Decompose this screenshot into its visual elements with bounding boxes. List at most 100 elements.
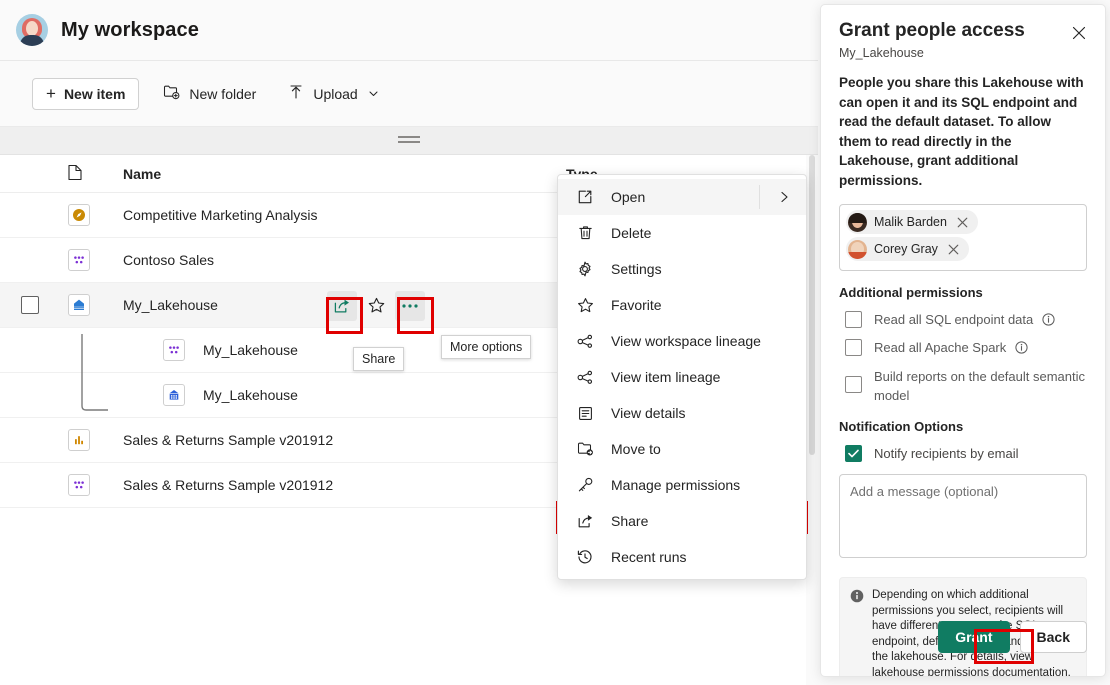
name-column-header[interactable]: Name — [115, 166, 566, 182]
notify-row[interactable]: Notify recipients by email — [839, 445, 1087, 462]
avatar — [16, 14, 48, 46]
menu-item-label: View workspace lineage — [611, 333, 761, 349]
menu-item-label: Move to — [611, 441, 661, 457]
trash-icon — [574, 225, 596, 241]
share-icon — [574, 513, 596, 529]
key-icon — [574, 477, 596, 493]
semantic-model-icon — [163, 339, 185, 361]
row-checkbox[interactable] — [21, 296, 39, 314]
row-icon-cell — [60, 429, 115, 451]
chevron-right-icon[interactable] — [779, 191, 790, 204]
person-name: Corey Gray — [874, 242, 938, 256]
row-name[interactable]: Sales & Returns Sample v201912 — [115, 432, 566, 448]
drag-handle[interactable] — [398, 136, 420, 145]
menu-item-manage-permissions[interactable]: Manage permissions — [558, 467, 806, 503]
menu-item-move-to[interactable]: Move to — [558, 431, 806, 467]
more-options-button[interactable] — [395, 291, 425, 321]
type-icon-header — [60, 164, 115, 184]
row-name[interactable]: My_Lakehouse — [203, 342, 298, 358]
open-external-icon — [574, 189, 596, 205]
checkbox-read-apache-spark[interactable] — [845, 339, 862, 356]
notify-label: Notify recipients by email — [874, 445, 1019, 462]
close-icon[interactable] — [947, 242, 961, 256]
menu-item-settings[interactable]: Settings — [558, 251, 806, 287]
new-item-button[interactable]: + New item — [32, 78, 139, 110]
panel-subtitle: My_Lakehouse — [839, 46, 1087, 60]
sql-endpoint-icon — [163, 384, 185, 406]
permission-label: Read all SQL endpoint data — [874, 311, 1055, 328]
info-icon — [850, 589, 864, 677]
menu-item-view-details[interactable]: View details — [558, 395, 806, 431]
new-folder-icon — [163, 84, 189, 103]
workspace-header: My workspace — [0, 0, 818, 61]
row-name[interactable]: Sales & Returns Sample v201912 — [115, 477, 566, 493]
chevron-down-icon[interactable] — [368, 88, 388, 99]
person-chip[interactable]: Malik Barden — [846, 210, 978, 234]
grant-button[interactable]: Grant — [938, 621, 1009, 653]
new-folder-label: New folder — [189, 86, 256, 102]
pane-resize-band — [0, 127, 818, 155]
row-name[interactable]: Competitive Marketing Analysis — [115, 207, 566, 223]
back-button[interactable]: Back — [1020, 621, 1087, 653]
permission-row-sql-endpoint[interactable]: Read all SQL endpoint data — [839, 311, 1087, 328]
more-options-tooltip: More options — [441, 335, 531, 359]
dashboard-icon — [68, 204, 90, 226]
new-folder-button[interactable]: New folder — [155, 78, 264, 110]
checkbox-read-sql-endpoint[interactable] — [845, 311, 862, 328]
permission-text: Read all SQL endpoint data — [874, 312, 1033, 327]
row-name[interactable]: My_Lakehouse — [203, 387, 298, 403]
details-icon — [574, 406, 596, 421]
lineage-icon — [574, 370, 596, 385]
plus-icon: + — [46, 85, 56, 102]
panel-description: People you share this Lakehouse with can… — [839, 73, 1087, 190]
menu-item-view-workspace-lineage[interactable]: View workspace lineage — [558, 323, 806, 359]
menu-item-label: Recent runs — [611, 549, 686, 565]
menu-item-delete[interactable]: Delete — [558, 215, 806, 251]
message-input[interactable] — [839, 474, 1087, 558]
new-item-label: New item — [64, 86, 125, 102]
people-picker[interactable]: Malik Barden Corey Gray — [839, 204, 1087, 271]
close-icon[interactable] — [956, 215, 970, 229]
menu-item-label: Manage permissions — [611, 477, 740, 493]
workspace-scrollbar-thumb[interactable] — [809, 155, 815, 455]
row-name[interactable]: Contoso Sales — [115, 252, 566, 268]
row-icon-cell — [60, 294, 115, 316]
semantic-model-icon — [68, 474, 90, 496]
favorite-button[interactable] — [361, 291, 391, 321]
menu-item-label: Open — [611, 189, 645, 205]
gear-icon — [574, 261, 596, 277]
upload-label: Upload — [313, 86, 357, 102]
info-icon[interactable] — [1015, 341, 1028, 354]
menu-item-open[interactable]: Open — [558, 179, 806, 215]
menu-item-label: Favorite — [611, 297, 662, 313]
menu-item-label: Share — [611, 513, 648, 529]
panel-title: Grant people access — [839, 19, 1087, 43]
star-icon — [574, 297, 596, 314]
notification-options-title: Notification Options — [839, 419, 1087, 434]
info-icon[interactable] — [1042, 313, 1055, 326]
permission-label: Read all Apache Spark — [874, 339, 1028, 356]
app-root: My workspace + New item New folder — [0, 0, 1110, 685]
share-button[interactable] — [327, 291, 357, 321]
checkbox-build-reports[interactable] — [845, 376, 862, 393]
menu-item-view-item-lineage[interactable]: View item lineage — [558, 359, 806, 395]
close-icon[interactable] — [1067, 21, 1091, 45]
menu-item-share[interactable]: Share — [558, 503, 806, 539]
menu-item-label: View details — [611, 405, 685, 421]
menu-item-label: Settings — [611, 261, 662, 277]
menu-item-favorite[interactable]: Favorite — [558, 287, 806, 323]
lineage-icon — [574, 334, 596, 349]
report-icon — [68, 429, 90, 451]
avatar — [848, 213, 867, 232]
submenu-divider — [759, 185, 760, 209]
workspace-scrollbar[interactable] — [806, 155, 818, 685]
row-icon-cell — [60, 249, 115, 271]
upload-button[interactable]: Upload — [280, 78, 395, 110]
row-checkbox-cell[interactable] — [0, 296, 60, 314]
checkbox-notify-recipients[interactable] — [845, 445, 862, 462]
permission-row-build-reports[interactable]: Build reports on the default semantic mo… — [839, 367, 1087, 405]
permission-row-apache-spark[interactable]: Read all Apache Spark — [839, 339, 1087, 356]
row-icon-cell — [60, 474, 115, 496]
menu-item-recent-runs[interactable]: Recent runs — [558, 539, 806, 575]
person-chip[interactable]: Corey Gray — [846, 237, 969, 261]
